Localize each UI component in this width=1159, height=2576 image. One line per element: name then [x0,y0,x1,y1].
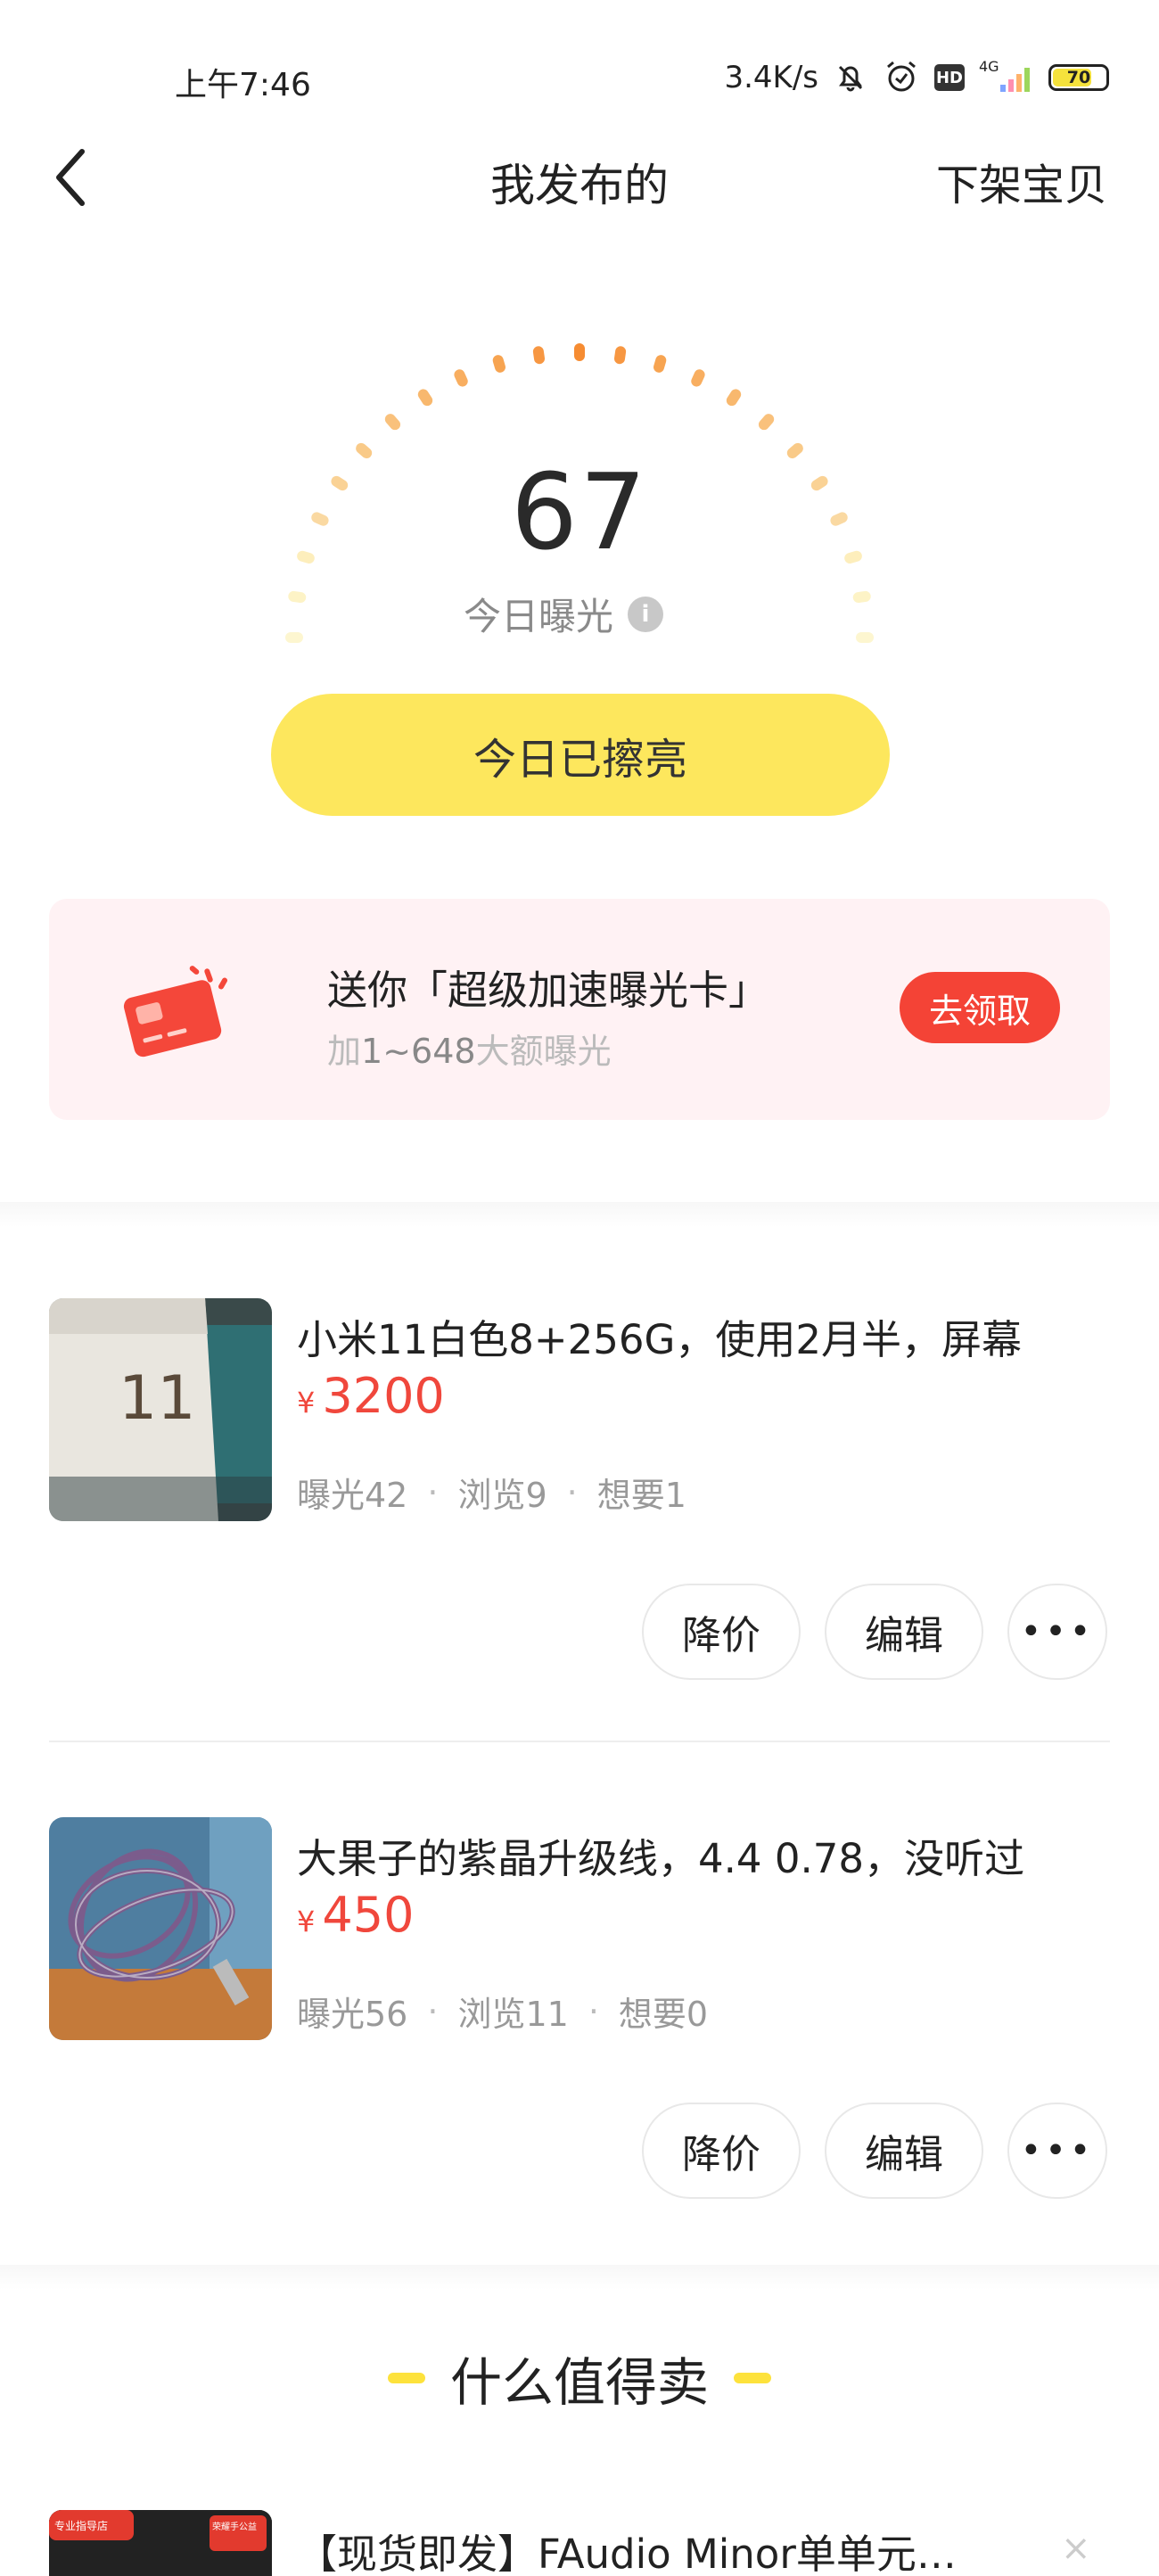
item-thumbnail[interactable] [49,1817,272,2040]
promo-subtitle: 加1~648大额曝光 [327,1024,612,1073]
gauge-tick [384,414,401,431]
info-icon[interactable]: i [628,596,664,632]
recommend-section-title: 什么值得卖 [0,2341,1159,2416]
currency-symbol: ¥ [297,1905,316,1938]
rec-badge-right: 荣耀手公益 [212,2521,257,2532]
item-thumbnail[interactable]: 11 [49,1298,272,1521]
gauge-tick [852,590,871,604]
reduce-price-button[interactable]: 降价 [642,1584,801,1680]
promo-sub-prefix: 加 [327,1032,362,1071]
reduce-price-button[interactable]: 降价 [642,2103,801,2199]
stat-separator: · [566,1472,578,1512]
exposure-label: 今日曝光 [464,595,614,638]
stat-exposure: 曝光56 [297,1995,408,2034]
item-title[interactable]: 大果子的紫晶升级线，4.4 0.78，没听过 [297,1826,1081,1884]
hd-icon: HD [934,64,965,91]
item-price: ¥3200 [297,1368,445,1424]
battery-level: 70 [1066,68,1091,87]
item-stats: 曝光56 · 浏览11 · 想要0 [297,1987,708,2036]
delist-items-button[interactable]: 下架宝贝 [936,150,1107,212]
gauge-tick [454,369,468,387]
listing-item[interactable]: 11 小米11白色8+256G，使用2月半，屏幕 ¥3200 曝光42 · 浏览… [0,1298,1159,1780]
polish-button[interactable]: 今日已擦亮 [271,694,890,816]
more-options-button[interactable]: ••• [1007,2103,1107,2199]
status-time: 上午7:46 [175,67,311,103]
section-separator [0,2265,1159,2290]
title-accent-right [734,2373,771,2383]
item-title[interactable]: 小米11白色8+256G，使用2月半，屏幕 [297,1307,1081,1365]
recommend-item[interactable]: 专业指导店 荣耀手公益 【现货即发】FAudio Minor单单元… × [0,2506,1159,2576]
edit-button[interactable]: 编辑 [825,1584,983,1680]
gauge-tick [691,369,705,387]
title-accent-left [387,2373,425,2383]
promo-sub-suffix: 大额曝光 [475,1032,612,1071]
recommend-title[interactable]: 【现货即发】FAudio Minor单单元… [297,2522,1001,2576]
gauge-tick [856,632,874,643]
item-stats: 曝光42 · 浏览9 · 想要1 [297,1468,686,1517]
gauge-tick [532,346,546,365]
signal-icon: 4G [979,60,1034,95]
listing-item[interactable]: 大果子的紫晶升级线，4.4 0.78，没听过 ¥450 曝光56 · 浏览11 … [0,1817,1159,2299]
exposure-count: 67 [510,450,649,573]
back-button[interactable] [50,144,103,210]
promo-title: 送你「超级加速曝光卡」 [327,967,769,1014]
divider [49,1741,1110,1742]
edit-button[interactable]: 编辑 [825,2103,983,2199]
chevron-left-icon [56,149,85,206]
promo-sub-range: 1~648 [361,1032,476,1071]
stat-wants: 想要0 [618,1995,709,2034]
exposure-label-row: 今日曝光 i [464,587,664,641]
close-icon[interactable]: × [1061,2528,1091,2569]
item-price: ¥450 [297,1887,414,1943]
section-title-text: 什么值得卖 [449,2352,709,2413]
status-icons: 3.4K/s HD 4G 70 [724,59,1109,96]
nav-header: 我发布的 下架宝贝 [0,134,1159,223]
network-speed: 3.4K/s [724,60,818,95]
promo-card[interactable]: 送你「超级加速曝光卡」 加1~648大额曝光 去领取 [49,899,1110,1120]
claim-button[interactable]: 去领取 [900,972,1060,1043]
price-value: 450 [322,1887,415,1943]
mute-bell-icon [833,60,868,95]
gauge-tick [726,389,742,407]
gauge-tick [758,414,775,431]
stat-views: 浏览9 [457,1476,547,1515]
status-bar: 上午7:46 3.4K/s HD 4G 70 [0,0,1159,134]
rec-badge-left: 专业指导店 [54,2519,108,2532]
stat-separator: · [427,1991,439,2031]
more-options-button[interactable]: ••• [1007,1584,1107,1680]
alarm-icon [883,59,920,96]
stat-separator: · [588,1991,599,2031]
gauge-tick [288,590,307,604]
price-value: 3200 [322,1368,445,1424]
stat-views: 浏览11 [457,1995,569,2034]
battery-icon: 70 [1048,64,1109,91]
recommend-thumbnail[interactable]: 专业指导店 荣耀手公益 [49,2510,272,2576]
gauge-tick [417,389,433,407]
network-type: 4G [979,58,999,75]
stat-wants: 想要1 [596,1476,686,1515]
stat-separator: · [427,1472,439,1512]
gauge-tick [285,632,303,643]
gauge-tick [574,343,585,361]
gauge-tick [492,355,506,373]
section-separator [0,1202,1159,1227]
gauge-tick [653,355,667,373]
currency-symbol: ¥ [297,1386,316,1420]
stat-exposure: 曝光42 [297,1476,408,1515]
thumb-box-label: 11 [119,1363,196,1434]
red-card-icon [123,966,227,1058]
gauge-tick [613,346,627,365]
